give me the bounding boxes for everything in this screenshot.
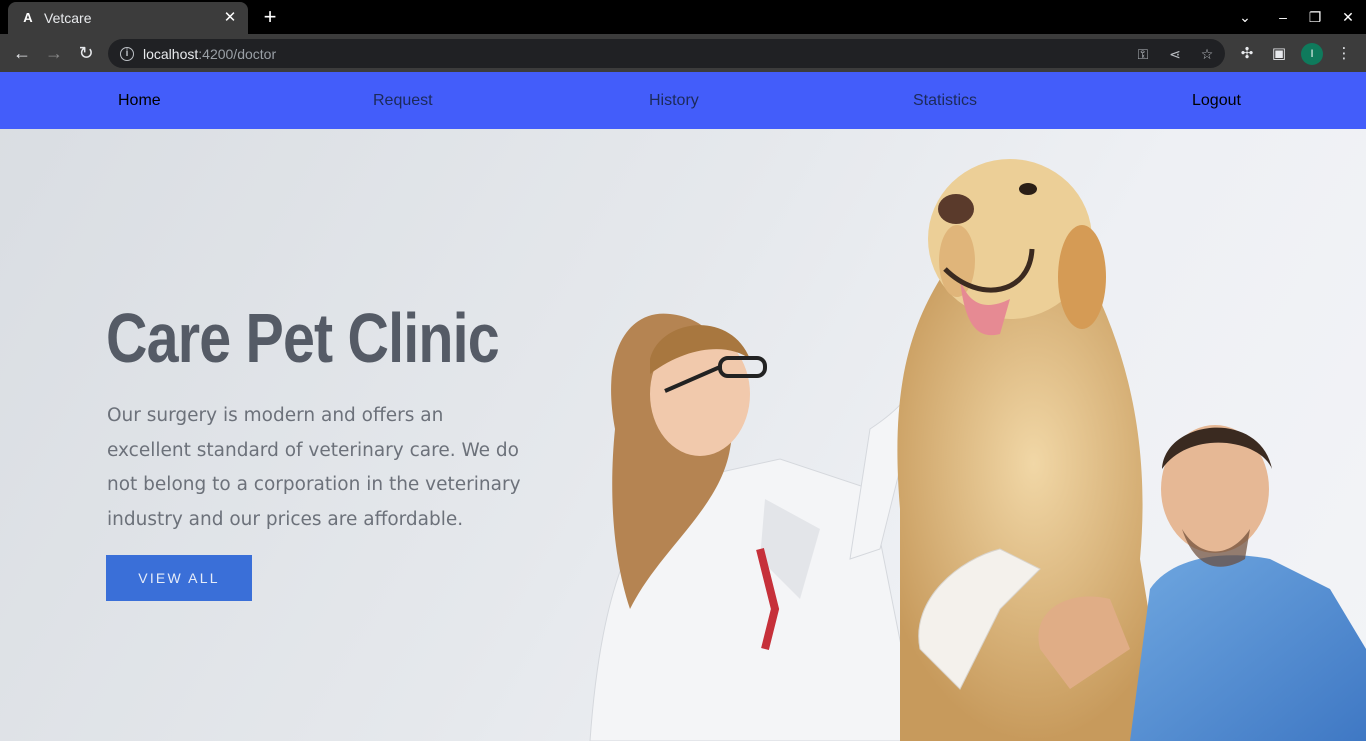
forward-arrow-icon[interactable]: → [42, 42, 66, 64]
top-navbar: Home Request History Statistics Logout [0, 72, 1366, 129]
page-viewport: Home Request History Statistics Logout C… [0, 72, 1366, 741]
reload-icon[interactable]: ↻ [74, 42, 98, 64]
nav-history[interactable]: History [649, 92, 699, 110]
kebab-menu-icon[interactable]: ⋮ [1334, 44, 1354, 64]
close-window-icon[interactable]: ✕ [1339, 8, 1357, 26]
vets-with-dog-image [589, 159, 1366, 741]
share-icon[interactable]: ⋖ [1166, 45, 1184, 63]
address-bar[interactable]: i localhost:4200/doctor ⚿ ⋖ ☆ [108, 39, 1225, 68]
view-all-button[interactable]: VIEW ALL [106, 555, 252, 601]
url-host: localhost [143, 45, 199, 62]
tab-title: Vetcare [44, 10, 92, 26]
restore-icon[interactable]: ❐ [1306, 8, 1324, 26]
browser-toolbar: ← → ↻ i localhost:4200/doctor ⚿ ⋖ ☆ ✣ ▣ … [0, 34, 1366, 72]
angular-favicon-icon: A [23, 10, 33, 25]
tab-search-icon[interactable]: ⌄ [1236, 8, 1254, 26]
url-path: :4200/doctor [198, 45, 277, 62]
puzzle-icon[interactable]: ✣ [1237, 44, 1257, 64]
nav-logout[interactable]: Logout [1192, 92, 1241, 110]
side-panel-icon[interactable]: ▣ [1269, 44, 1289, 64]
minimize-icon[interactable]: – [1274, 8, 1292, 26]
key-icon[interactable]: ⚿ [1134, 45, 1152, 63]
hero-description: Our surgery is modern and offers an exce… [107, 405, 521, 530]
new-tab-icon[interactable]: + [259, 6, 281, 29]
browser-tab[interactable]: A Vetcare ✕ [8, 2, 248, 34]
nav-request[interactable]: Request [373, 92, 433, 110]
tab-strip: A Vetcare ✕ + ⌄ – ❐ ✕ [0, 0, 1366, 34]
back-arrow-icon[interactable]: ← [10, 42, 34, 64]
nav-home[interactable]: Home [118, 92, 161, 110]
hero-title: Care Pet Clinic [106, 299, 500, 377]
info-icon[interactable]: i [120, 46, 134, 61]
nav-statistics[interactable]: Statistics [913, 92, 977, 110]
close-tab-icon[interactable]: ✕ [222, 10, 238, 26]
star-icon[interactable]: ☆ [1198, 45, 1216, 63]
profile-avatar[interactable]: I [1301, 43, 1323, 65]
